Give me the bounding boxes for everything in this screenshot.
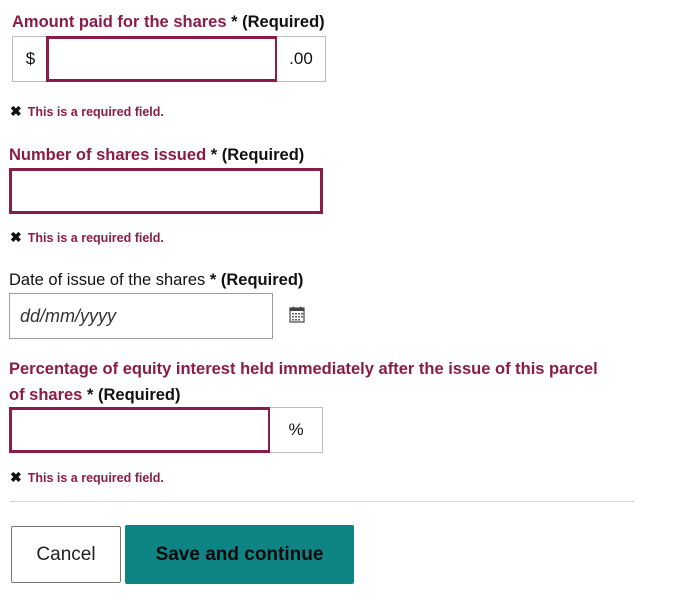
save-and-continue-button[interactable]: Save and continue xyxy=(125,525,354,584)
percentage-error-text: This is a required field. xyxy=(27,470,164,485)
percent-suffix: % xyxy=(270,407,323,453)
cancel-button[interactable]: Cancel xyxy=(11,526,121,583)
required-text: (Required) xyxy=(97,386,181,404)
cross-icon: ✖ xyxy=(10,229,22,245)
required-text: (Required) xyxy=(220,271,304,289)
shares-input[interactable] xyxy=(9,168,323,214)
calendar-icon[interactable] xyxy=(289,306,305,323)
amount-input[interactable] xyxy=(46,36,278,82)
cents-suffix: .00 xyxy=(277,36,326,82)
required-star: * xyxy=(209,271,217,289)
percentage-input[interactable] xyxy=(9,407,271,453)
required-text: (Required) xyxy=(221,146,305,164)
date-label-text: Date of issue of the shares xyxy=(9,271,206,289)
required-star: * xyxy=(210,146,218,164)
date-input[interactable] xyxy=(9,293,273,339)
shares-label: Number of shares issued * (Required) xyxy=(9,145,304,165)
percentage-label-line1: Percentage of equity interest held immed… xyxy=(9,360,598,378)
shares-error: ✖ This is a required field. xyxy=(10,229,164,246)
percentage-label-line2: of shares xyxy=(9,386,83,404)
percentage-label: of shares * (Required) xyxy=(9,385,180,405)
divider xyxy=(10,501,634,502)
cross-icon: ✖ xyxy=(10,103,22,119)
shares-error-text: This is a required field. xyxy=(27,230,164,245)
currency-prefix: $ xyxy=(12,36,48,82)
cross-icon: ✖ xyxy=(10,469,22,485)
required-star: * xyxy=(86,386,94,404)
amount-label-text: Amount paid for the shares xyxy=(12,13,227,31)
date-label: Date of issue of the shares * (Required) xyxy=(9,270,303,290)
shares-label-text: Number of shares issued xyxy=(9,146,207,164)
amount-error: ✖ This is a required field. xyxy=(10,103,164,120)
percentage-error: ✖ This is a required field. xyxy=(10,469,164,486)
amount-label: Amount paid for the shares * (Required) xyxy=(12,12,325,32)
amount-error-text: This is a required field. xyxy=(27,104,164,119)
required-text: (Required) xyxy=(242,13,325,31)
required-star: * xyxy=(231,13,238,31)
